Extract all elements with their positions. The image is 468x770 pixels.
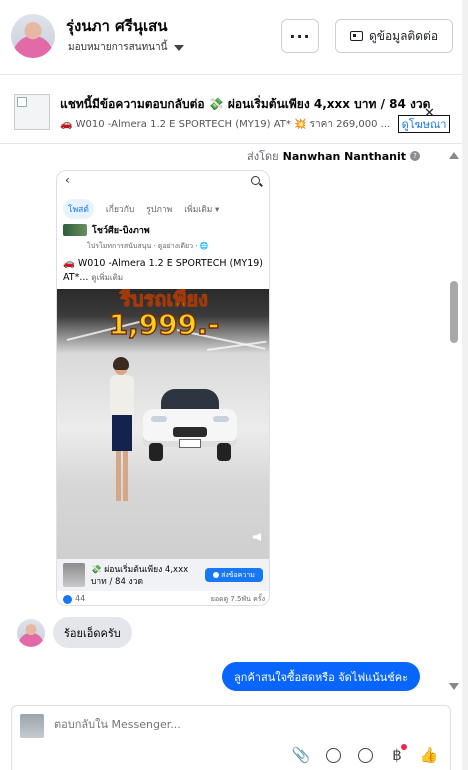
contact-name[interactable]: รุ่งนภา ศรีนุเสน: [66, 14, 168, 38]
baht-icon[interactable]: ฿: [388, 744, 407, 764]
messenger-icon: [213, 572, 220, 578]
see-more-label: ดูเพิ่มเติม: [91, 273, 124, 282]
sound-icon: [253, 533, 261, 541]
price-text: 1,999.-: [108, 308, 220, 341]
ad-thumbnail: [14, 94, 50, 130]
post-text-line2: AT*...: [63, 272, 89, 283]
promo-text: รีบรถเพียง: [120, 289, 209, 311]
composer-toolbar: 📎 ฿ 👍: [292, 744, 439, 764]
like-reaction-icon: [63, 595, 72, 604]
car-figure: [143, 389, 237, 469]
scrollbar-thumb[interactable]: [450, 281, 458, 343]
view-count: ยอดดู 7.5พัน ครั้ง: [210, 595, 265, 603]
view-contact-info-label: ดูข้อมูลติดต่อ: [368, 28, 439, 43]
post-video-thumbnail: รีบรถเพียง 1,999.-: [57, 289, 269, 559]
post-topbar: ‹: [57, 171, 269, 191]
scroll-down-arrow-icon[interactable]: [449, 683, 459, 690]
incoming-message: ร้อยเอ็ดครับ: [53, 617, 132, 648]
notification-dot: [401, 744, 407, 750]
chat-icon[interactable]: [324, 746, 342, 764]
send-message-label: ส่งข้อความ: [221, 570, 255, 579]
baht-symbol: ฿: [392, 746, 402, 764]
page-name: โชว์ศีย-บิงภาพ: [92, 226, 150, 236]
back-arrow-icon: ‹: [65, 173, 70, 187]
tab-posts: โพสต์: [63, 199, 94, 219]
sender-avatar[interactable]: [17, 619, 45, 647]
send-message-button[interactable]: ส่งข้อความ: [205, 568, 263, 582]
post-text: 🚗 W010 -Almera 1.2 E SPORTECH (MY19) AT*…: [63, 257, 263, 285]
like-icon[interactable]: 👍: [420, 746, 439, 764]
contact-card-icon: [349, 31, 363, 41]
help-icon[interactable]: ?: [410, 151, 420, 161]
close-icon[interactable]: ✕: [424, 106, 435, 121]
view-contact-info-button[interactable]: ดูข้อมูลติดต่อ: [335, 19, 453, 53]
post-ad-strip: 💸 ผ่อนเริ่มต้นเพียง 4,xxx บาท / 84 งวด ส…: [57, 559, 269, 591]
post-tabs: โพสต์ เกี่ยวกับ รูปภาพ เพิ่มเติม ▾: [63, 199, 219, 219]
paperclip-icon[interactable]: 📎: [292, 746, 311, 764]
sent-by-prefix: ส่งโดย: [247, 150, 279, 163]
reply-input[interactable]: [54, 718, 384, 731]
emoji-icon[interactable]: [356, 746, 374, 764]
post-text-line1: 🚗 W010 -Almera 1.2 E SPORTECH (MY19): [63, 258, 263, 269]
presenter-figure: [104, 357, 140, 509]
message-composer: 📎 ฿ 👍: [11, 705, 451, 770]
ad-strip-text: 💸 ผ่อนเริ่มต้นเพียง 4,xxx บาท / 84 งวด: [91, 565, 189, 587]
outgoing-message: ลูกค้าสนใจซื้อสดหรือ จัดไฟแน้นช์คะ: [222, 662, 420, 691]
shared-post-card[interactable]: ‹ โพสต์ เกี่ยวกับ รูปภาพ เพิ่มเติม ▾ โชว…: [56, 170, 270, 606]
more-options-button[interactable]: ···: [281, 19, 319, 53]
like-count: 44: [75, 594, 86, 603]
chevron-down-icon: [174, 44, 185, 51]
scroll-up-arrow-icon[interactable]: [449, 152, 459, 159]
banner-title: แชทนี้มีข้อความตอบกลับต่อ 💸 ผ่อนเริ่มต้น…: [60, 97, 431, 111]
ad-reply-banner: แชทนี้มีข้อความตอบกลับต่อ 💸 ผ่อนเริ่มต้น…: [0, 76, 462, 144]
contact-avatar[interactable]: [11, 14, 55, 58]
banner-subtitle: 🚗 W010 -Almera 1.2 E SPORTECH (MY19) AT*…: [60, 119, 391, 130]
tab-more: เพิ่มเติม ▾: [184, 205, 220, 215]
page-row: โชว์ศีย-บิงภาพ: [63, 223, 150, 237]
assign-conversation-dropdown[interactable]: มอบหมายการสนทนานี้: [68, 40, 185, 55]
page-meta: โปรโมทการสนับสนุน · ดูอย่างเดียว · 🌐: [87, 242, 209, 250]
page-logo: [63, 224, 87, 236]
sender-name: Nanwhan Nanthanit: [282, 149, 406, 163]
scrollbar-track[interactable]: [462, 0, 468, 770]
tab-photos: รูปภาพ: [146, 205, 173, 215]
sent-by-label: ส่งโดย Nanwhan Nanthanit ?: [247, 147, 420, 165]
ad-strip-thumbnail: [63, 563, 85, 587]
conversation-header: รุ่งนภา ศรีนุเสน มอบหมายการสนทนานี้ ··· …: [0, 0, 462, 75]
page-avatar: [20, 714, 44, 738]
tab-about: เกี่ยวกับ: [105, 205, 135, 215]
post-footer: 44 ยอดดู 7.5พัน ครั้ง: [57, 593, 269, 605]
assign-label: มอบหมายการสนทนานี้: [68, 42, 168, 53]
search-icon: [251, 176, 260, 185]
